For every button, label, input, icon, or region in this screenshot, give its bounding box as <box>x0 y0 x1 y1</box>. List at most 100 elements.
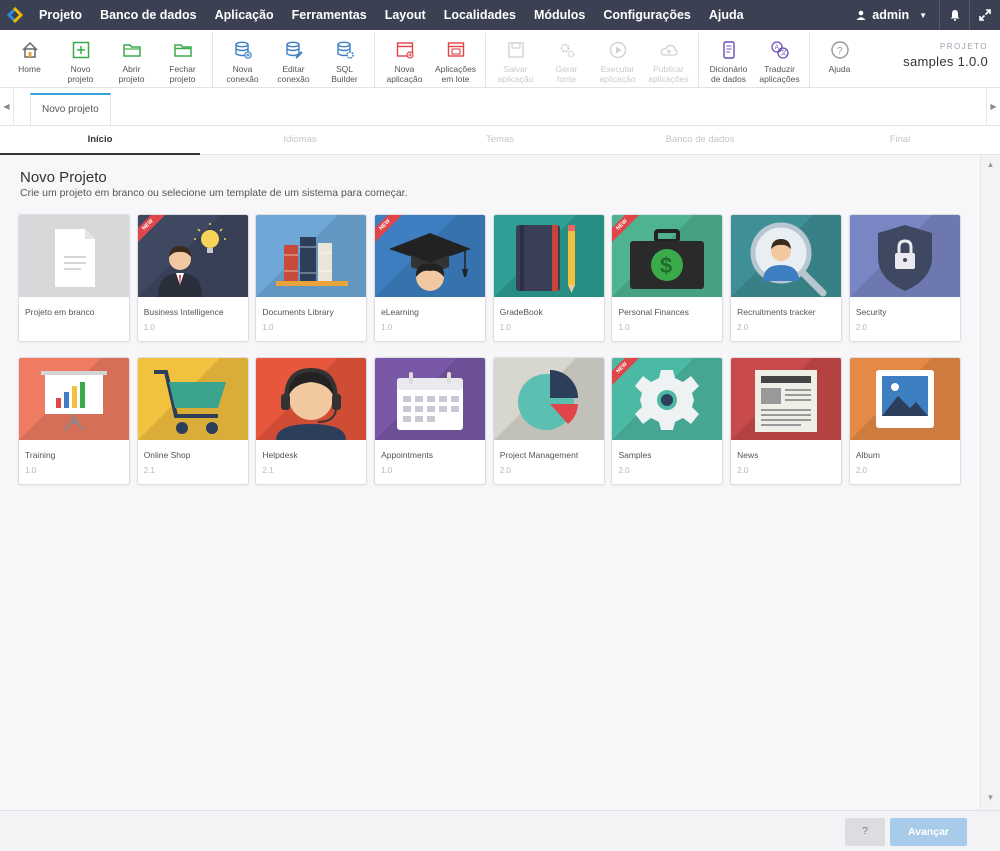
template-card-online-shop[interactable]: Online Shop 2.1 <box>136 357 249 485</box>
toolbar: Home Novo projeto Abrir projeto Fechar proj… <box>0 30 1000 88</box>
aplicações-em-lote-button[interactable]: Aplicações em lote <box>430 33 481 87</box>
play-icon <box>607 39 629 61</box>
vertical-scrollbar[interactable]: ▲ ▼ <box>980 155 1000 810</box>
home-button[interactable]: Home <box>4 33 55 87</box>
template-name: News <box>737 450 759 460</box>
ajuda-button[interactable]: ? Ajuda <box>814 33 865 87</box>
app-logo-icon[interactable] <box>0 0 30 30</box>
template-name: Recruitments tracker <box>737 307 816 317</box>
toolbar-button-label: Salvar aplicação <box>497 64 534 84</box>
template-card-personal-finances[interactable]: $ NEW Personal Finances 1.0 <box>611 214 724 342</box>
template-name: Documents Library <box>262 307 334 317</box>
template-card-business-intelligence[interactable]: NEW Business Intelligence 1.0 <box>136 214 249 342</box>
menu-item-localidades[interactable]: Localidades <box>435 0 525 30</box>
fechar-projeto-button[interactable]: Fechar projeto <box>157 33 208 87</box>
template-card-news[interactable]: News 2.0 <box>730 357 843 485</box>
presentation-board-icon <box>19 358 129 440</box>
gerar-fonte-button[interactable]: Gerar fonte <box>541 33 592 87</box>
dicionário-de-dados-button[interactable]: Dicionário de dados <box>703 33 754 87</box>
template-version: 2.0 <box>855 323 867 332</box>
wizard-step-início[interactable]: Início <box>0 126 200 155</box>
salvar-aplicação-button[interactable]: Salvar aplicação <box>490 33 541 87</box>
gears-icon <box>556 39 578 61</box>
menu-item-projeto[interactable]: Projeto <box>30 0 91 30</box>
template-version: 2.0 <box>499 466 511 475</box>
nova-conexão-button[interactable]: Nova conexão <box>217 33 268 87</box>
tabs-scroll-left-icon[interactable]: ◀ <box>0 88 14 125</box>
gear-icon: NEW <box>612 358 723 440</box>
bell-icon[interactable] <box>940 0 970 30</box>
template-name: Helpdesk <box>262 450 298 460</box>
tabs-scroll-right-icon[interactable]: ▶ <box>986 88 1000 125</box>
toolbar-button-label: Traduzir aplicações <box>759 64 800 84</box>
template-version: 2.0 <box>737 323 749 332</box>
menu-item-módulos[interactable]: Módulos <box>525 0 594 30</box>
toolbar-button-label: Editar conexão <box>277 64 310 84</box>
wizard-step-idiomas[interactable]: Idiomas <box>200 126 400 154</box>
template-card-documents-library[interactable]: Documents Library 1.0 <box>255 214 368 342</box>
template-card-security[interactable]: Security 2.0 <box>848 214 961 342</box>
toolbar-button-label: Fechar projeto <box>169 64 196 84</box>
toolbar-button-label: Dicionário de dados <box>709 64 748 84</box>
publicar-aplicações-button[interactable]: Publicar aplicações <box>643 33 694 87</box>
template-card-project-management[interactable]: Project Management 2.0 <box>492 357 605 485</box>
executar-aplicação-button[interactable]: Executar aplicação <box>592 33 643 87</box>
template-name: Album <box>855 450 880 460</box>
template-version: 1.0 <box>381 323 393 332</box>
database-edit-icon <box>283 39 305 61</box>
menu-item-ajuda[interactable]: Ajuda <box>700 0 753 30</box>
help-button[interactable]: ? <box>845 818 885 846</box>
project-name: samples 1.0.0 <box>903 54 988 69</box>
template-version: 1.0 <box>618 323 630 332</box>
template-card-album[interactable]: Album 2.0 <box>848 357 961 485</box>
wizard-step-banco-de-dados[interactable]: Banco de dados <box>600 126 800 154</box>
template-card-samples[interactable]: NEW Samples 2.0 <box>611 357 724 485</box>
save-icon <box>505 39 527 61</box>
window-add-icon <box>394 39 416 61</box>
template-card-recruitments-tracker[interactable]: Recruitments tracker 2.0 <box>730 214 843 342</box>
user-menu[interactable]: admin ▼ <box>844 0 940 30</box>
wizard-step-temas[interactable]: Temas <box>400 126 600 154</box>
books-icon <box>256 215 367 297</box>
toolbar-button-label: Aplicações em lote <box>434 64 477 84</box>
menu-item-banco-de-dados[interactable]: Banco de dados <box>91 0 206 30</box>
traduzir-aplicações-button[interactable]: A 文 Traduzir aplicações <box>754 33 805 87</box>
template-card-elearning[interactable]: NEW eLearning 1.0 <box>374 214 487 342</box>
template-card-appointments[interactable]: Appointments 1.0 <box>374 357 487 485</box>
template-card-gradebook[interactable]: GradeBook 1.0 <box>492 214 605 342</box>
svg-text:A: A <box>774 45 778 51</box>
next-button[interactable]: Avançar <box>890 818 967 846</box>
database-gear-icon <box>334 39 356 61</box>
nova-aplicação-button[interactable]: Nova aplicação <box>379 33 430 87</box>
menu-item-configurações[interactable]: Configurações <box>594 0 700 30</box>
project-label: PROJETO <box>939 42 988 51</box>
newspaper-icon <box>731 358 842 440</box>
template-version: 1.0 <box>499 323 511 332</box>
menu-item-aplicação[interactable]: Aplicação <box>206 0 283 30</box>
editar-conexão-button[interactable]: Editar conexão <box>268 33 319 87</box>
scroll-up-icon[interactable]: ▲ <box>981 157 1000 173</box>
svg-text:$: $ <box>660 253 672 278</box>
toolbar-group: Dicionário de dados A 文 Traduzir aplicações <box>699 33 810 87</box>
template-name: eLearning <box>381 307 419 317</box>
menu-item-ferramentas[interactable]: Ferramentas <box>283 0 376 30</box>
template-card-helpdesk[interactable]: Helpdesk 2.1 <box>255 357 368 485</box>
expand-icon[interactable] <box>970 0 1000 30</box>
template-version: 2.0 <box>855 466 867 475</box>
template-version: 1.0 <box>262 323 274 332</box>
sql-builder-button[interactable]: SQL Builder <box>319 33 370 87</box>
template-card-projeto-em-branco[interactable]: Projeto em branco <box>18 214 130 342</box>
menu-item-layout[interactable]: Layout <box>376 0 435 30</box>
abrir-projeto-button[interactable]: Abrir projeto <box>106 33 157 87</box>
novo-projeto-button[interactable]: Novo projeto <box>55 33 106 87</box>
tab-novo-projeto[interactable]: Novo projeto <box>30 93 111 125</box>
wizard-step-final[interactable]: Final <box>800 126 1000 154</box>
windows-batch-icon <box>445 39 467 61</box>
picture-icon <box>849 358 960 440</box>
template-card-training[interactable]: Training 1.0 <box>18 357 130 485</box>
svg-text:?: ? <box>837 46 843 57</box>
template-name: Samples <box>618 450 652 460</box>
toolbar-group: Salvar aplicação Gerar fonte Executar apli… <box>486 33 699 87</box>
template-version: 2.0 <box>737 466 749 475</box>
scroll-down-icon[interactable]: ▼ <box>981 790 1000 806</box>
